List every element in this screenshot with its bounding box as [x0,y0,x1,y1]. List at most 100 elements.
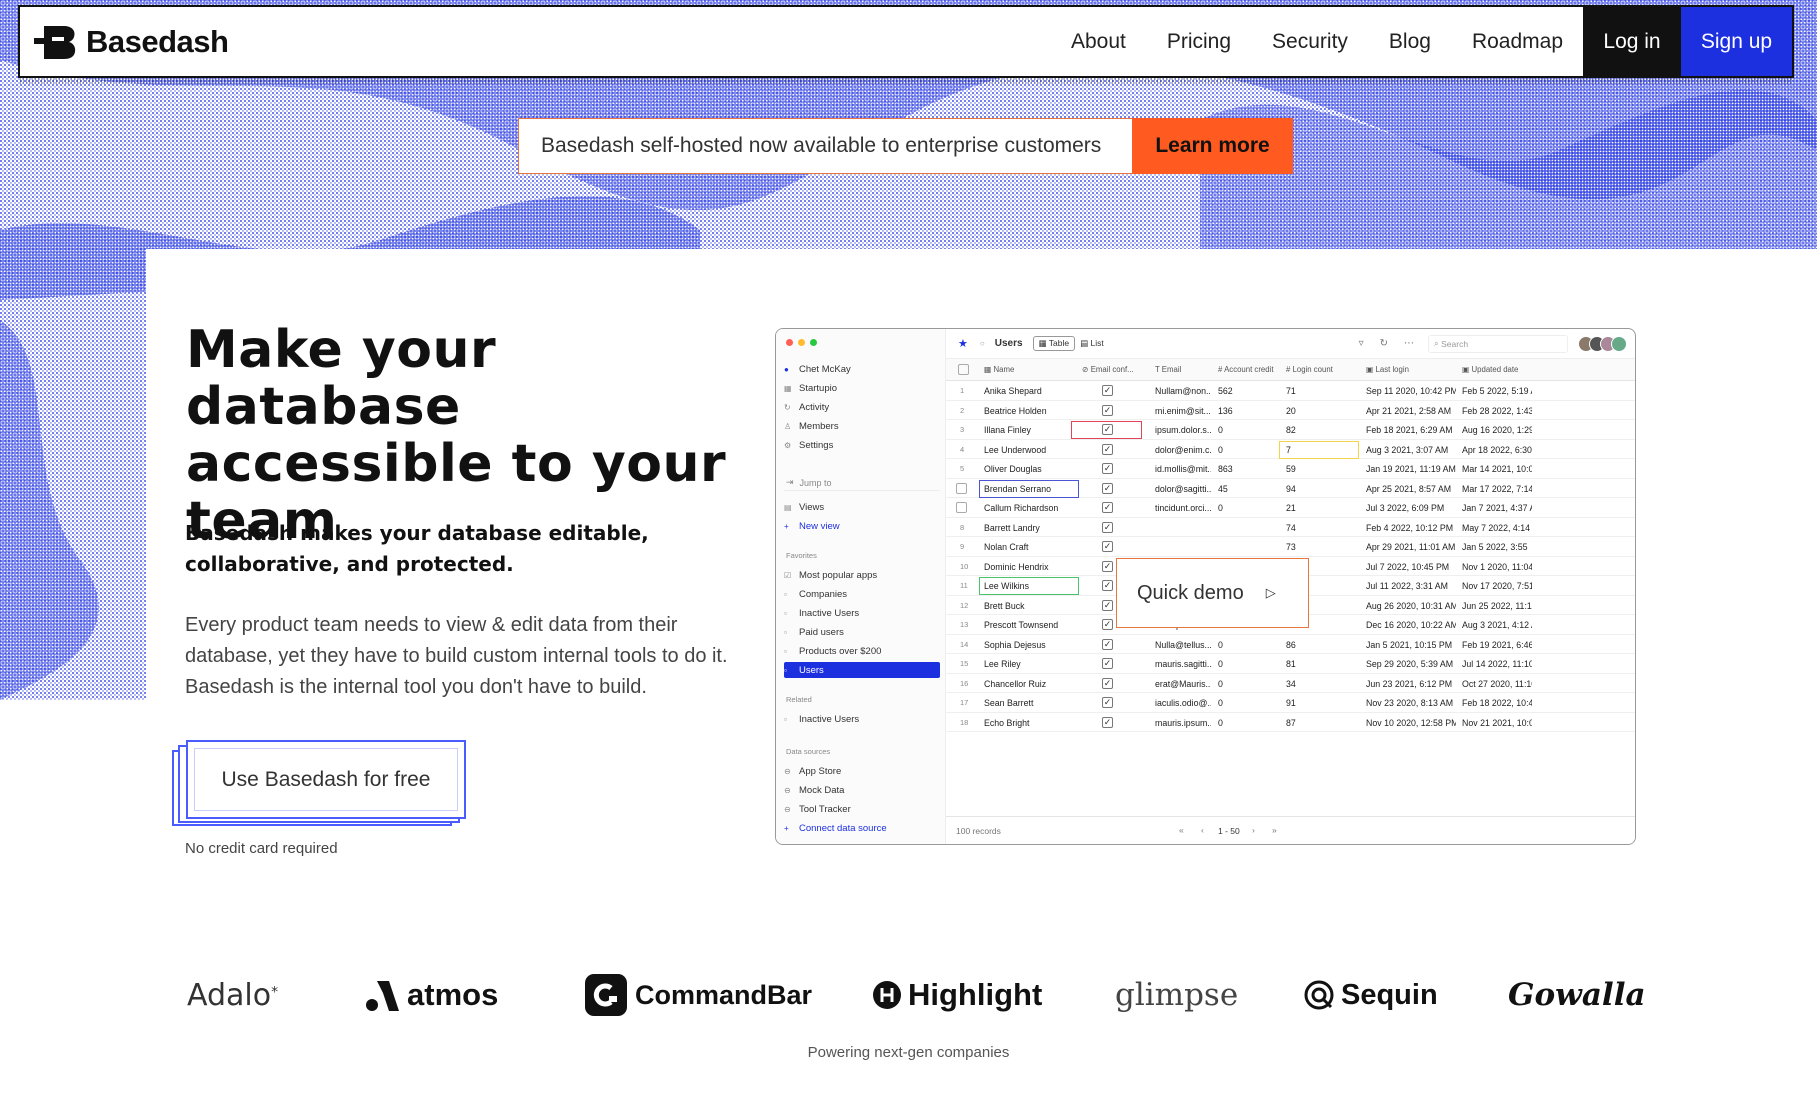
cell-name[interactable]: Prescott Townsend [984,620,1074,630]
cell-last-login[interactable]: Dec 16 2020, 10:22 AM [1366,620,1456,630]
column-header-login-count[interactable]: # Login count [1286,365,1333,374]
email-confirmed-checkbox[interactable]: ✓ [1102,580,1113,591]
cell-account-credit[interactable]: 0 [1218,679,1223,689]
column-header-name[interactable]: ▦ Name [984,365,1014,374]
cell-name[interactable]: Sean Barrett [984,698,1074,708]
cell-last-login[interactable]: Aug 3 2021, 3:07 AM [1366,445,1456,455]
cell-email[interactable]: Nulla@tellus... [1155,640,1211,650]
cell-updated-date[interactable]: Aug 3 2021, 4:12 A [1462,620,1532,630]
cell-updated-date[interactable]: Nov 17 2020, 7:51 [1462,581,1532,591]
email-confirmed-checkbox[interactable]: ✓ [1102,404,1113,416]
cell-last-login[interactable]: Nov 23 2020, 8:13 AM [1366,698,1456,708]
cell-account-credit[interactable]: 0 [1218,445,1223,455]
cell-updated-date[interactable]: Feb 5 2022, 5:19 A [1462,386,1532,396]
cell-login-count[interactable]: 71 [1286,386,1296,396]
cell-last-login[interactable]: Jan 5 2021, 10:15 PM [1366,640,1456,650]
new-view-link[interactable]: + New view [784,518,940,534]
table-row[interactable]: 17 Sean Barrett ✓ iaculis.odio@... 0 91 Nov 23… [946,693,1635,713]
quick-demo-button[interactable]: Quick demo ▷ [1116,558,1309,628]
cell-last-login[interactable]: Jul 11 2022, 3:31 AM [1366,581,1456,591]
cell-email[interactable]: id.mollis@mit... [1155,464,1211,474]
sidebar-item-activity[interactable]: ↻ Activity [784,399,940,415]
table-row[interactable]: 15 Lee Riley ✓ mauris.sagitti... 0 81 Sep 29 2… [946,654,1635,674]
table-row[interactable]: 9 Nolan Craft ✓ 73 Apr 29 2021, 11:01 AM Jan … [946,537,1635,557]
table-row[interactable]: 8 Barrett Landry ✓ 74 Feb 4 2022, 10:12 PM Ma… [946,518,1635,537]
cell-updated-date[interactable]: Mar 17 2022, 7:14 [1462,484,1532,494]
cell-name[interactable]: Anika Shepard [984,386,1074,396]
next-page-icon[interactable]: › [1252,825,1255,835]
cell-updated-date[interactable]: Mar 14 2021, 10:06 [1462,464,1532,474]
use-basedash-free-button[interactable]: Use Basedash for free [186,740,466,819]
cell-email[interactable]: mi.enim@sit... [1155,406,1211,416]
table-row[interactable]: Brendan Serrano ✓ dolor@sagitti... 45 94 Apr … [946,479,1635,498]
cell-name[interactable]: Oliver Douglas [984,464,1074,474]
search-input[interactable]: ⌕ Search [1428,334,1568,353]
cell-last-login[interactable]: Apr 21 2021, 2:58 AM [1366,406,1456,416]
connect-data-source-link[interactable]: + Connect data source [784,820,940,836]
cell-login-count[interactable]: 34 [1286,679,1296,689]
nav-link-pricing[interactable]: Pricing [1167,30,1231,54]
sidebar-source[interactable]: ⊖ App Store [784,763,940,779]
email-confirmed-checkbox[interactable]: ✓ [1102,502,1113,513]
email-confirmed-checkbox[interactable]: ✓ [1102,619,1113,630]
cell-name[interactable]: Dominic Hendrix [984,562,1074,572]
refresh-icon[interactable]: ↻ [1380,338,1388,349]
sidebar-item-members[interactable]: ♙ Members [784,418,940,434]
cell-email[interactable]: erat@Mauris... [1155,679,1211,689]
cell-name[interactable]: Lee Riley [984,659,1074,669]
cell-updated-date[interactable]: Nov 1 2020, 11:04 [1462,562,1532,572]
cell-last-login[interactable]: Feb 18 2021, 6:29 AM [1366,425,1456,435]
cell-updated-date[interactable]: Jul 14 2022, 11:10 [1462,659,1532,669]
cell-account-credit[interactable]: 0 [1218,659,1223,669]
sidebar-favorite[interactable]: ▫ Products over $200 [784,643,940,659]
tab-table[interactable]: ▦ Table [1032,336,1076,351]
cell-last-login[interactable]: Apr 29 2021, 11:01 AM [1366,542,1456,552]
cell-account-credit[interactable]: 136 [1218,406,1233,416]
cell-updated-date[interactable]: May 7 2022, 4:14 [1462,523,1532,533]
cell-account-credit[interactable]: 0 [1218,718,1223,728]
email-confirmed-checkbox[interactable]: ✓ [1102,385,1113,396]
row-select-checkbox[interactable] [956,502,967,513]
sidebar-source[interactable]: ⊖ Tool Tracker [784,801,940,817]
cell-email[interactable]: dolor@enim.c... [1155,445,1211,455]
sidebar-favorite[interactable]: ▫ Inactive Users [784,605,940,621]
email-confirmed-checkbox[interactable]: ✓ [1102,599,1113,611]
cell-last-login[interactable]: Jan 19 2021, 11:19 AM [1366,464,1456,474]
cell-account-credit[interactable]: 562 [1218,386,1233,396]
tab-list[interactable]: ▤ List [1080,338,1104,349]
table-row[interactable]: 16 Chancellor Ruiz ✓ erat@Mauris... 0 34 Jun 2… [946,674,1635,693]
cell-login-count[interactable]: 86 [1286,640,1296,650]
table-row[interactable]: 1 Anika Shepard ✓ Nullam@non... 562 71 Sep 11 … [946,381,1635,401]
cell-last-login[interactable]: Feb 4 2022, 10:12 PM [1366,523,1456,533]
cell-email[interactable]: dolor@sagitti... [1155,484,1211,494]
cell-name[interactable]: Echo Bright [984,718,1074,728]
sidebar-user[interactable]: ● Chet McKay [784,361,940,377]
cell-login-count[interactable]: 73 [1286,542,1296,552]
email-confirmed-checkbox[interactable]: ✓ [1102,716,1113,728]
cell-last-login[interactable]: Nov 10 2020, 12:58 PM [1366,718,1456,728]
email-confirmed-checkbox[interactable]: ✓ [1102,560,1113,572]
filter-icon[interactable]: ▿ [1359,338,1364,349]
sidebar-favorite[interactable]: ☑ Most popular apps [784,567,940,583]
cell-login-count[interactable]: 81 [1286,659,1296,669]
email-confirmed-checkbox[interactable]: ✓ [1102,638,1113,650]
cell-account-credit[interactable]: 0 [1218,698,1223,708]
sidebar-source[interactable]: ⊖ Mock Data [784,782,940,798]
more-icon[interactable]: ⋯ [1404,338,1414,349]
cell-updated-date[interactable]: Nov 21 2021, 10:08 [1462,718,1532,728]
table-row[interactable]: 3 Illana Finley ✓ ipsum.dolor.s... 0 82 Feb 18… [946,420,1635,440]
cell-email[interactable]: mauris.sagitti... [1155,659,1211,669]
cell-updated-date[interactable]: Jun 25 2022, 11:14 [1462,601,1532,611]
cell-name[interactable]: Barrett Landry [984,523,1074,533]
cell-account-credit[interactable]: 0 [1218,503,1223,513]
cell-updated-date[interactable]: Feb 18 2022, 10:47 [1462,698,1532,708]
column-header-email[interactable]: T Email [1155,365,1181,374]
cell-email[interactable]: Nullam@non... [1155,386,1211,396]
table-row[interactable]: 4 Lee Underwood ✓ dolor@enim.c... 0 7 Aug 3 20… [946,440,1635,459]
sidebar-item-settings[interactable]: ⚙ Settings [784,437,940,453]
email-confirmed-checkbox[interactable]: ✓ [1102,482,1113,494]
table-row[interactable]: Callum Richardson ✓ tincidunt.orci... 0 21 Ju… [946,498,1635,518]
email-confirmed-checkbox[interactable]: ✓ [1102,697,1113,708]
cell-name[interactable]: Brett Buck [984,601,1074,611]
jump-to-input[interactable]: ⇥ Jump to [784,475,940,491]
